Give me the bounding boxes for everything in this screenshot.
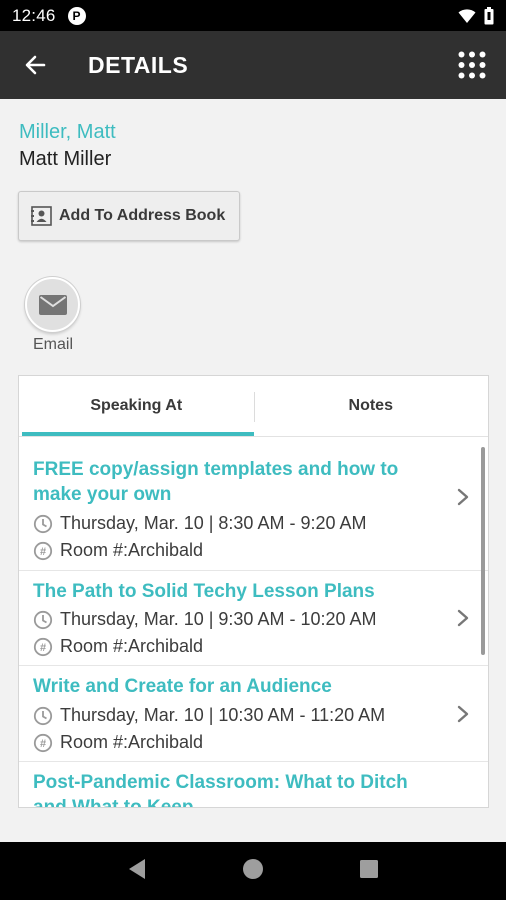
session-time: Thursday, Mar. 10 | 9:30 AM - 10:20 AM <box>33 609 377 630</box>
session-room: # Room #:Archibald <box>33 732 203 753</box>
sessions-list[interactable]: FREE copy/assign templates and how to ma… <box>19 437 488 808</box>
system-nav-bar <box>0 842 506 900</box>
svg-text:#: # <box>40 546 46 558</box>
back-arrow-icon <box>25 55 46 75</box>
contact-card-icon <box>31 206 52 226</box>
list-item[interactable]: FREE copy/assign templates and how to ma… <box>19 437 488 571</box>
session-room-text: Room #:Archibald <box>60 732 204 752</box>
session-time: Thursday, Mar. 10 | 10:30 AM - 11:20 AM <box>33 705 385 726</box>
chevron-right-icon <box>457 488 469 506</box>
session-time: Thursday, Mar. 10 | 8:30 AM - 9:20 AM <box>33 513 366 534</box>
tab-speaking-at[interactable]: Speaking At <box>19 376 254 436</box>
nav-back-button[interactable] <box>127 858 147 885</box>
session-time-text: Thursday, Mar. 10 | 10:30 AM - 11:20 AM <box>60 705 386 725</box>
app-bar: DETAILS <box>0 31 506 99</box>
session-time-text: Thursday, Mar. 10 | 9:30 AM - 10:20 AM <box>60 609 377 629</box>
session-title: Write and Create for an Audience <box>33 676 332 697</box>
nav-recents-button[interactable] <box>359 859 379 884</box>
apps-menu-button[interactable] <box>442 31 502 99</box>
nav-home-icon <box>243 858 263 879</box>
status-icons <box>458 6 494 25</box>
chevron-right-icon <box>457 609 469 627</box>
details-content: Miller, Matt Matt Miller Add To Address … <box>0 99 506 842</box>
sessions-card: Speaking At Notes FREE copy/assign templ… <box>18 375 489 808</box>
apps-grid-icon <box>458 51 486 79</box>
tab-bar: Speaking At Notes <box>19 376 488 437</box>
session-room: # Room #:Archibald <box>33 540 203 561</box>
add-to-address-book-button[interactable]: Add To Address Book <box>18 191 240 241</box>
room-icon: # <box>33 541 53 561</box>
svg-text:#: # <box>40 642 46 654</box>
status-bar: 12:46 P <box>0 0 506 31</box>
wifi-icon <box>458 8 476 23</box>
nav-home-button[interactable] <box>241 857 265 886</box>
clock-icon <box>33 706 53 726</box>
session-room-text: Room #:Archibald <box>60 636 204 656</box>
tab-notes[interactable]: Notes <box>254 376 489 436</box>
back-button[interactable] <box>0 31 70 99</box>
chevron-right-icon <box>457 705 469 723</box>
clock-icon <box>33 514 53 534</box>
list-item[interactable]: Write and Create for an Audience Thursda… <box>19 666 488 762</box>
scrollbar[interactable] <box>481 447 485 655</box>
session-title: Post-Pandemic Classroom: What to Ditch a… <box>33 772 408 808</box>
session-time-text: Thursday, Mar. 10 | 8:30 AM - 9:20 AM <box>60 513 367 533</box>
clock-icon <box>33 610 53 630</box>
nav-back-icon <box>129 858 145 879</box>
add-to-address-book-label: Add To Address Book <box>59 207 226 224</box>
tab-divider <box>254 392 255 422</box>
nav-recents-icon <box>360 859 378 878</box>
person-name: Miller, Matt <box>19 121 116 143</box>
list-item[interactable]: Post-Pandemic Classroom: What to Ditch a… <box>19 762 488 808</box>
battery-icon <box>484 6 494 24</box>
session-title: The Path to Solid Techy Lesson Plans <box>33 581 375 602</box>
session-room: # Room #:Archibald <box>33 636 203 657</box>
mail-icon <box>38 294 67 315</box>
email-label: Email <box>32 336 73 353</box>
list-item[interactable]: The Path to Solid Techy Lesson Plans Thu… <box>19 571 488 666</box>
email-button[interactable] <box>25 277 80 332</box>
page-title: DETAILS <box>88 51 189 78</box>
svg-text:#: # <box>40 738 46 750</box>
status-time: 12:46 <box>12 5 56 25</box>
room-icon: # <box>33 733 53 753</box>
session-room-text: Room #:Archibald <box>60 540 204 560</box>
session-title: FREE copy/assign templates and how to ma… <box>33 459 399 505</box>
room-icon: # <box>33 637 53 657</box>
app-badge-icon: P <box>67 6 86 25</box>
person-full-name: Matt Miller <box>19 148 112 170</box>
active-tab-indicator <box>22 432 254 436</box>
